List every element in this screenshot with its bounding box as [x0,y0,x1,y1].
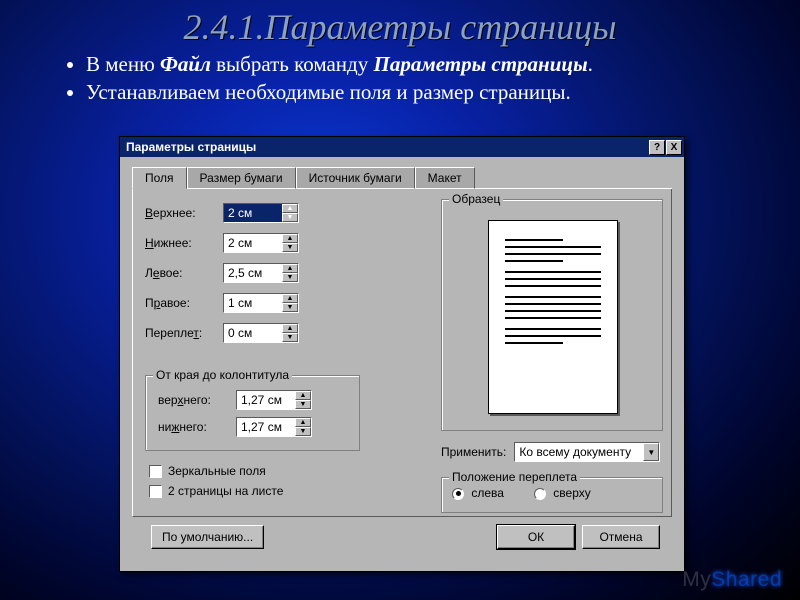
spin-hdr-bot-down[interactable]: ▼ [295,427,311,436]
label-bottom: Нижнее: [145,236,223,250]
radio-left-row: слева [452,486,504,500]
group-header-footer: От края до колонтитула верхнего: 1,27 см… [145,375,360,451]
dialog-buttons: По умолчанию... ОК Отмена [132,517,672,559]
apply-value: Ко всему документу [515,445,643,459]
spin-right-down[interactable]: ▼ [282,303,298,312]
label-top: Верхнее: [145,206,223,220]
group-binding: Положение переплета слева сверху [441,477,663,513]
input-bottom[interactable]: 2 см ▲ ▼ [223,233,299,253]
input-hdr-top[interactable]: 1,27 см ▲ ▼ [236,390,312,410]
label-hdr-top: верхнего: [158,393,236,407]
page-setup-dialog: Параметры страницы ? X Поля Размер бумаг… [119,136,685,572]
watermark: MyShared [682,568,782,592]
cancel-button[interactable]: Отмена [582,525,660,549]
spin-hdr-bot-up[interactable]: ▲ [295,418,311,427]
value-hdr-top: 1,27 см [237,393,295,407]
spin-bottom: ▲ ▼ [282,234,298,252]
spin-left-down[interactable]: ▼ [282,273,298,282]
spin-gutter-down[interactable]: ▼ [282,333,298,342]
titlebar[interactable]: Параметры страницы ? X [120,137,684,157]
spin-top-down[interactable]: ▼ [282,213,298,222]
spin-hdr-bot: ▲ ▼ [295,418,311,436]
radio-left[interactable] [452,488,464,500]
value-left: 2,5 см [224,266,282,280]
label-left: Левое: [145,266,223,280]
dialog-title: Параметры страницы [126,140,648,154]
spin-top: ▲ ▼ [282,204,298,222]
radio-left-label: слева [471,486,504,500]
input-gutter[interactable]: 0 см ▲ ▼ [223,323,299,343]
label-gutter: Переплет: [145,326,223,340]
value-top: 2 см [224,206,282,220]
dialog-body: Поля Размер бумаги Источник бумаги Макет… [120,157,684,571]
binding-radios: слева сверху [452,486,652,500]
bullet1-bold2: Параметры страницы [373,52,587,76]
radio-top-label: сверху [553,486,590,500]
spin-bottom-down[interactable]: ▼ [282,243,298,252]
watermark-shared: Shared [711,568,782,591]
spin-hdr-top-up[interactable]: ▲ [295,391,311,400]
group-sample-title: Образец [449,192,503,206]
tab-layout[interactable]: Макет [415,167,475,189]
slide-title: 2.4.1.Параметры страницы [0,0,800,48]
apply-label: Применить: [441,445,506,459]
spin-left: ▲ ▼ [282,264,298,282]
watermark-my: My [682,568,711,591]
value-right: 1 см [224,296,282,310]
tab-fields[interactable]: Поля [132,167,187,189]
bullet-2: Устанавливаем необходимые поля и размер … [86,78,760,106]
apply-combo[interactable]: Ко всему документу ▼ [514,442,660,462]
chevron-down-icon[interactable]: ▼ [643,443,659,461]
spin-right: ▲ ▼ [282,294,298,312]
help-button[interactable]: ? [649,140,665,155]
page-preview [488,220,618,414]
spin-hdr-top-down[interactable]: ▼ [295,400,311,409]
input-hdr-bot[interactable]: 1,27 см ▲ ▼ [236,417,312,437]
value-gutter: 0 см [224,326,282,340]
input-top[interactable]: 2 см ▲ ▼ [223,203,299,223]
group-header-title: От края до колонтитула [153,368,292,382]
close-button[interactable]: X [666,140,682,155]
label-hdr-bot: нижнего: [158,420,236,434]
bullet-1: В меню Файл выбрать команду Параметры ст… [86,50,760,78]
spin-gutter-up[interactable]: ▲ [282,324,298,333]
chk-mirror[interactable] [149,465,162,478]
apply-row: Применить: Ко всему документу ▼ [441,442,660,462]
tab-panel-fields: Верхнее: 2 см ▲ ▼ Нижнее: 2 см ▲ ▼ [132,189,672,517]
value-hdr-bot: 1,27 см [237,420,295,434]
spin-bottom-up[interactable]: ▲ [282,234,298,243]
radio-top[interactable] [534,488,546,500]
bullet1-bold1: Файл [160,52,211,76]
chk-mirror-label: Зеркальные поля [168,464,266,478]
row-hdr-top: верхнего: 1,27 см ▲ ▼ [158,388,351,412]
tab-paper-size[interactable]: Размер бумаги [187,167,296,189]
spin-right-up[interactable]: ▲ [282,294,298,303]
spin-top-up[interactable]: ▲ [282,204,298,213]
bullet1-pre: В меню [86,52,160,76]
value-bottom: 2 см [224,236,282,250]
input-right[interactable]: 1 см ▲ ▼ [223,293,299,313]
chk-two-pages-row: 2 страницы на листе [149,481,283,501]
chk-two-pages[interactable] [149,485,162,498]
defaults-button[interactable]: По умолчанию... [151,525,264,549]
group-sample: Образец [441,199,663,431]
row-hdr-bot: нижнего: 1,27 см ▲ ▼ [158,415,351,439]
bullet1-mid: выбрать команду [211,52,374,76]
tab-paper-source[interactable]: Источник бумаги [296,167,415,189]
label-right: Правое: [145,296,223,310]
spin-left-up[interactable]: ▲ [282,264,298,273]
ok-button[interactable]: ОК [497,525,575,549]
checkboxes: Зеркальные поля 2 страницы на листе [149,461,283,501]
chk-two-pages-label: 2 страницы на листе [168,484,283,498]
group-binding-title: Положение переплета [449,470,580,484]
bullet1-post: . [588,52,593,76]
spin-hdr-top: ▲ ▼ [295,391,311,409]
input-left[interactable]: 2,5 см ▲ ▼ [223,263,299,283]
spin-gutter: ▲ ▼ [282,324,298,342]
tabs: Поля Размер бумаги Источник бумаги Макет [132,167,672,189]
slide-bullets: В меню Файл выбрать команду Параметры ст… [46,50,760,107]
chk-mirror-row: Зеркальные поля [149,461,283,481]
radio-top-row: сверху [534,486,591,500]
